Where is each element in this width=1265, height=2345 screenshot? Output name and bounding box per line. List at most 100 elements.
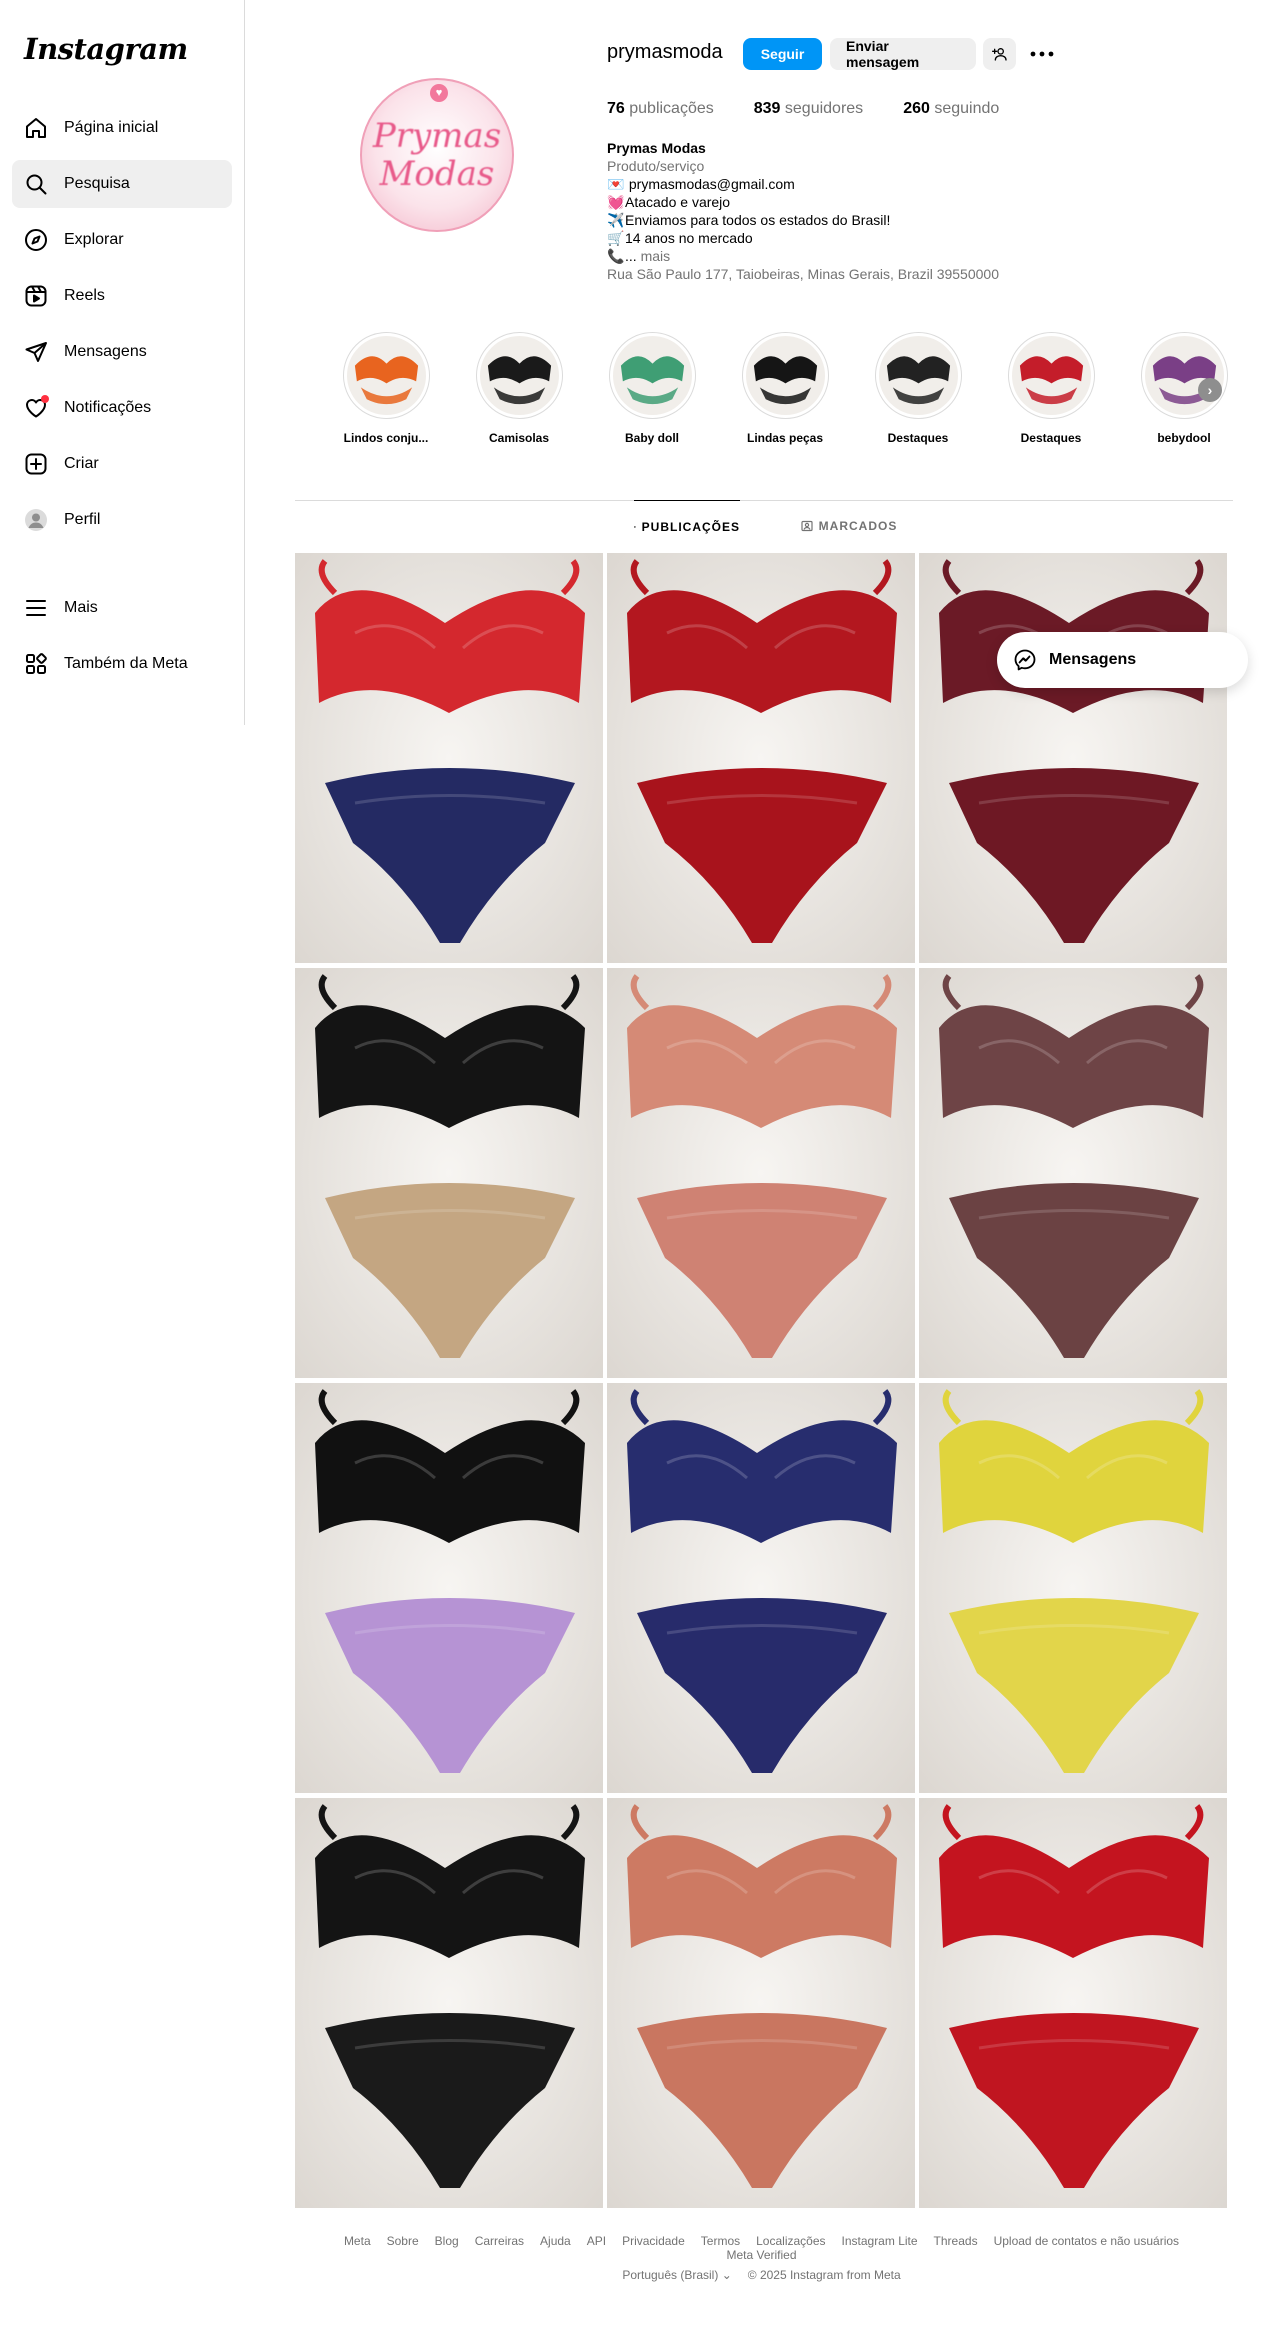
stat-followers[interactable]: 839 seguidores — [754, 100, 863, 118]
highlight-item[interactable]: Lindas peças — [729, 332, 841, 445]
sidebar-item-reels[interactable]: Reels — [12, 272, 232, 320]
posts-grid — [295, 553, 1228, 2208]
post-image — [295, 553, 603, 963]
avatar-logo-text: Modas — [379, 154, 495, 194]
footer-link[interactable]: Localizações — [756, 2234, 825, 2248]
heart-icon: 💓 — [607, 194, 625, 210]
sidebar-item-search[interactable]: Pesquisa — [12, 160, 232, 208]
tab-posts[interactable]: PUBLICAÇÕES — [634, 500, 740, 552]
tabs-divider — [295, 500, 1233, 501]
post-thumbnail[interactable] — [607, 1383, 915, 1793]
sidebar-item-notifications[interactable]: Notificações — [12, 384, 232, 432]
post-image — [607, 968, 915, 1378]
highlight-image — [878, 336, 958, 415]
sidebar-item-label: Página inicial — [64, 119, 159, 136]
sidebar-item-messages[interactable]: Mensagens — [12, 328, 232, 376]
footer-link[interactable]: Meta Verified — [726, 2248, 796, 2262]
highlight-label: Lindos conju... — [343, 431, 429, 445]
profile-address[interactable]: Rua São Paulo 177, Taiobeiras, Minas Ger… — [607, 265, 1027, 283]
highlight-item[interactable]: Destaques — [995, 332, 1107, 445]
post-thumbnail[interactable] — [919, 1798, 1227, 2208]
avatar-icon — [24, 508, 48, 532]
post-image — [919, 553, 1227, 963]
footer-link[interactable]: Upload de contatos e não usuários — [994, 2234, 1179, 2248]
highlight-item[interactable]: Lindos conju... — [330, 332, 442, 445]
post-image — [607, 1383, 915, 1793]
post-image — [919, 1383, 1227, 1793]
highlight-label: Camisolas — [488, 431, 550, 445]
sidebar-item-home[interactable]: Página inicial — [12, 104, 232, 152]
stat-following[interactable]: 260 seguindo — [903, 100, 999, 118]
highlight-item[interactable]: Destaques — [862, 332, 974, 445]
notification-dot — [41, 395, 49, 403]
post-thumbnail[interactable] — [295, 553, 603, 963]
post-thumbnail[interactable] — [919, 968, 1227, 1378]
sidebar-item-label: Também da Meta — [64, 655, 188, 672]
post-thumbnail[interactable] — [607, 968, 915, 1378]
chevron-down-icon: ⌄ — [721, 2268, 732, 2282]
post-thumbnail[interactable] — [295, 1383, 603, 1793]
bio-line-email: 💌 prymasmodas@gmail.com — [607, 176, 795, 192]
post-thumbnail[interactable] — [919, 553, 1227, 963]
love-letter-icon: 💌 — [607, 176, 625, 192]
sidebar-item-label: Criar — [64, 455, 99, 472]
post-thumbnail[interactable] — [607, 553, 915, 963]
highlights-next-button[interactable]: › — [1198, 378, 1222, 402]
sidebar-item-label: Reels — [64, 287, 105, 304]
avatar-logo-text: Prymas — [372, 116, 502, 156]
suggest-users-button[interactable] — [983, 38, 1016, 70]
sidebar-item-profile[interactable]: Perfil — [12, 496, 232, 544]
airplane-icon: ✈️ — [607, 212, 625, 228]
heart-icon — [24, 395, 49, 420]
footer-link[interactable]: Instagram Lite — [842, 2234, 918, 2248]
highlight-item[interactable]: bebydool — [1128, 332, 1240, 445]
sidebar-item-more[interactable]: Mais — [12, 584, 232, 632]
post-thumbnail[interactable] — [919, 1383, 1227, 1793]
phone-icon: 📞 — [607, 248, 625, 264]
stat-posts: 76 publicações — [607, 100, 714, 117]
footer-link[interactable]: Blog — [435, 2234, 459, 2248]
footer-link[interactable]: API — [587, 2234, 606, 2248]
post-thumbnail[interactable] — [295, 1798, 603, 2208]
sidebar-item-explore[interactable]: Explorar — [12, 216, 232, 264]
follow-button[interactable]: Seguir — [743, 38, 822, 70]
post-image — [295, 968, 603, 1378]
highlight-item[interactable]: Camisolas — [463, 332, 575, 445]
highlight-cover — [1140, 332, 1228, 419]
sidebar-item-label: Mensagens — [64, 343, 147, 360]
post-image — [607, 1798, 915, 2208]
highlight-cover — [475, 332, 563, 419]
profile-category: Produto/serviço — [607, 158, 705, 174]
instagram-logo[interactable]: Instagram — [24, 32, 188, 66]
footer-link[interactable]: Ajuda — [540, 2234, 571, 2248]
footer-link[interactable]: Termos — [701, 2234, 740, 2248]
language-selector[interactable]: Português (Brasil) ⌄ — [622, 2268, 731, 2282]
menu-icon — [24, 596, 48, 620]
highlight-image — [1144, 336, 1224, 415]
post-thumbnail[interactable] — [607, 1798, 915, 2208]
footer-link[interactable]: Privacidade — [622, 2234, 685, 2248]
messages-popup-button[interactable]: Mensagens — [997, 632, 1248, 688]
bio-more-link[interactable]: 📞... mais — [607, 247, 1027, 265]
profile-avatar[interactable]: ♥ Prymas Modas — [360, 78, 514, 232]
tab-tagged[interactable]: MARCADOS — [799, 500, 899, 552]
footer-link[interactable]: Meta — [344, 2234, 371, 2248]
sidebar-item-create[interactable]: Criar — [12, 440, 232, 488]
options-button[interactable] — [1028, 44, 1056, 64]
post-thumbnail[interactable] — [295, 968, 603, 1378]
sidebar-nav: Página inicial Pesquisa Explorar Reels M… — [12, 104, 232, 696]
highlight-image — [346, 336, 426, 415]
footer-link[interactable]: Sobre — [387, 2234, 419, 2248]
post-image — [295, 1383, 603, 1793]
sidebar-item-meta[interactable]: Também da Meta — [12, 640, 232, 688]
highlight-cover — [608, 332, 696, 419]
send-message-button[interactable]: Enviar mensagem — [830, 38, 976, 70]
highlight-label: Destaques — [887, 431, 949, 445]
highlight-item[interactable]: Baby doll — [596, 332, 708, 445]
heart-icon: ♥ — [430, 84, 448, 102]
profile-display-name: Prymas Modas — [607, 140, 706, 156]
footer-link[interactable]: Carreiras — [475, 2234, 524, 2248]
footer-link[interactable]: Threads — [934, 2234, 978, 2248]
profile-stats: 76 publicações 839 seguidores 260 seguin… — [607, 100, 1039, 118]
highlight-image — [745, 336, 825, 415]
